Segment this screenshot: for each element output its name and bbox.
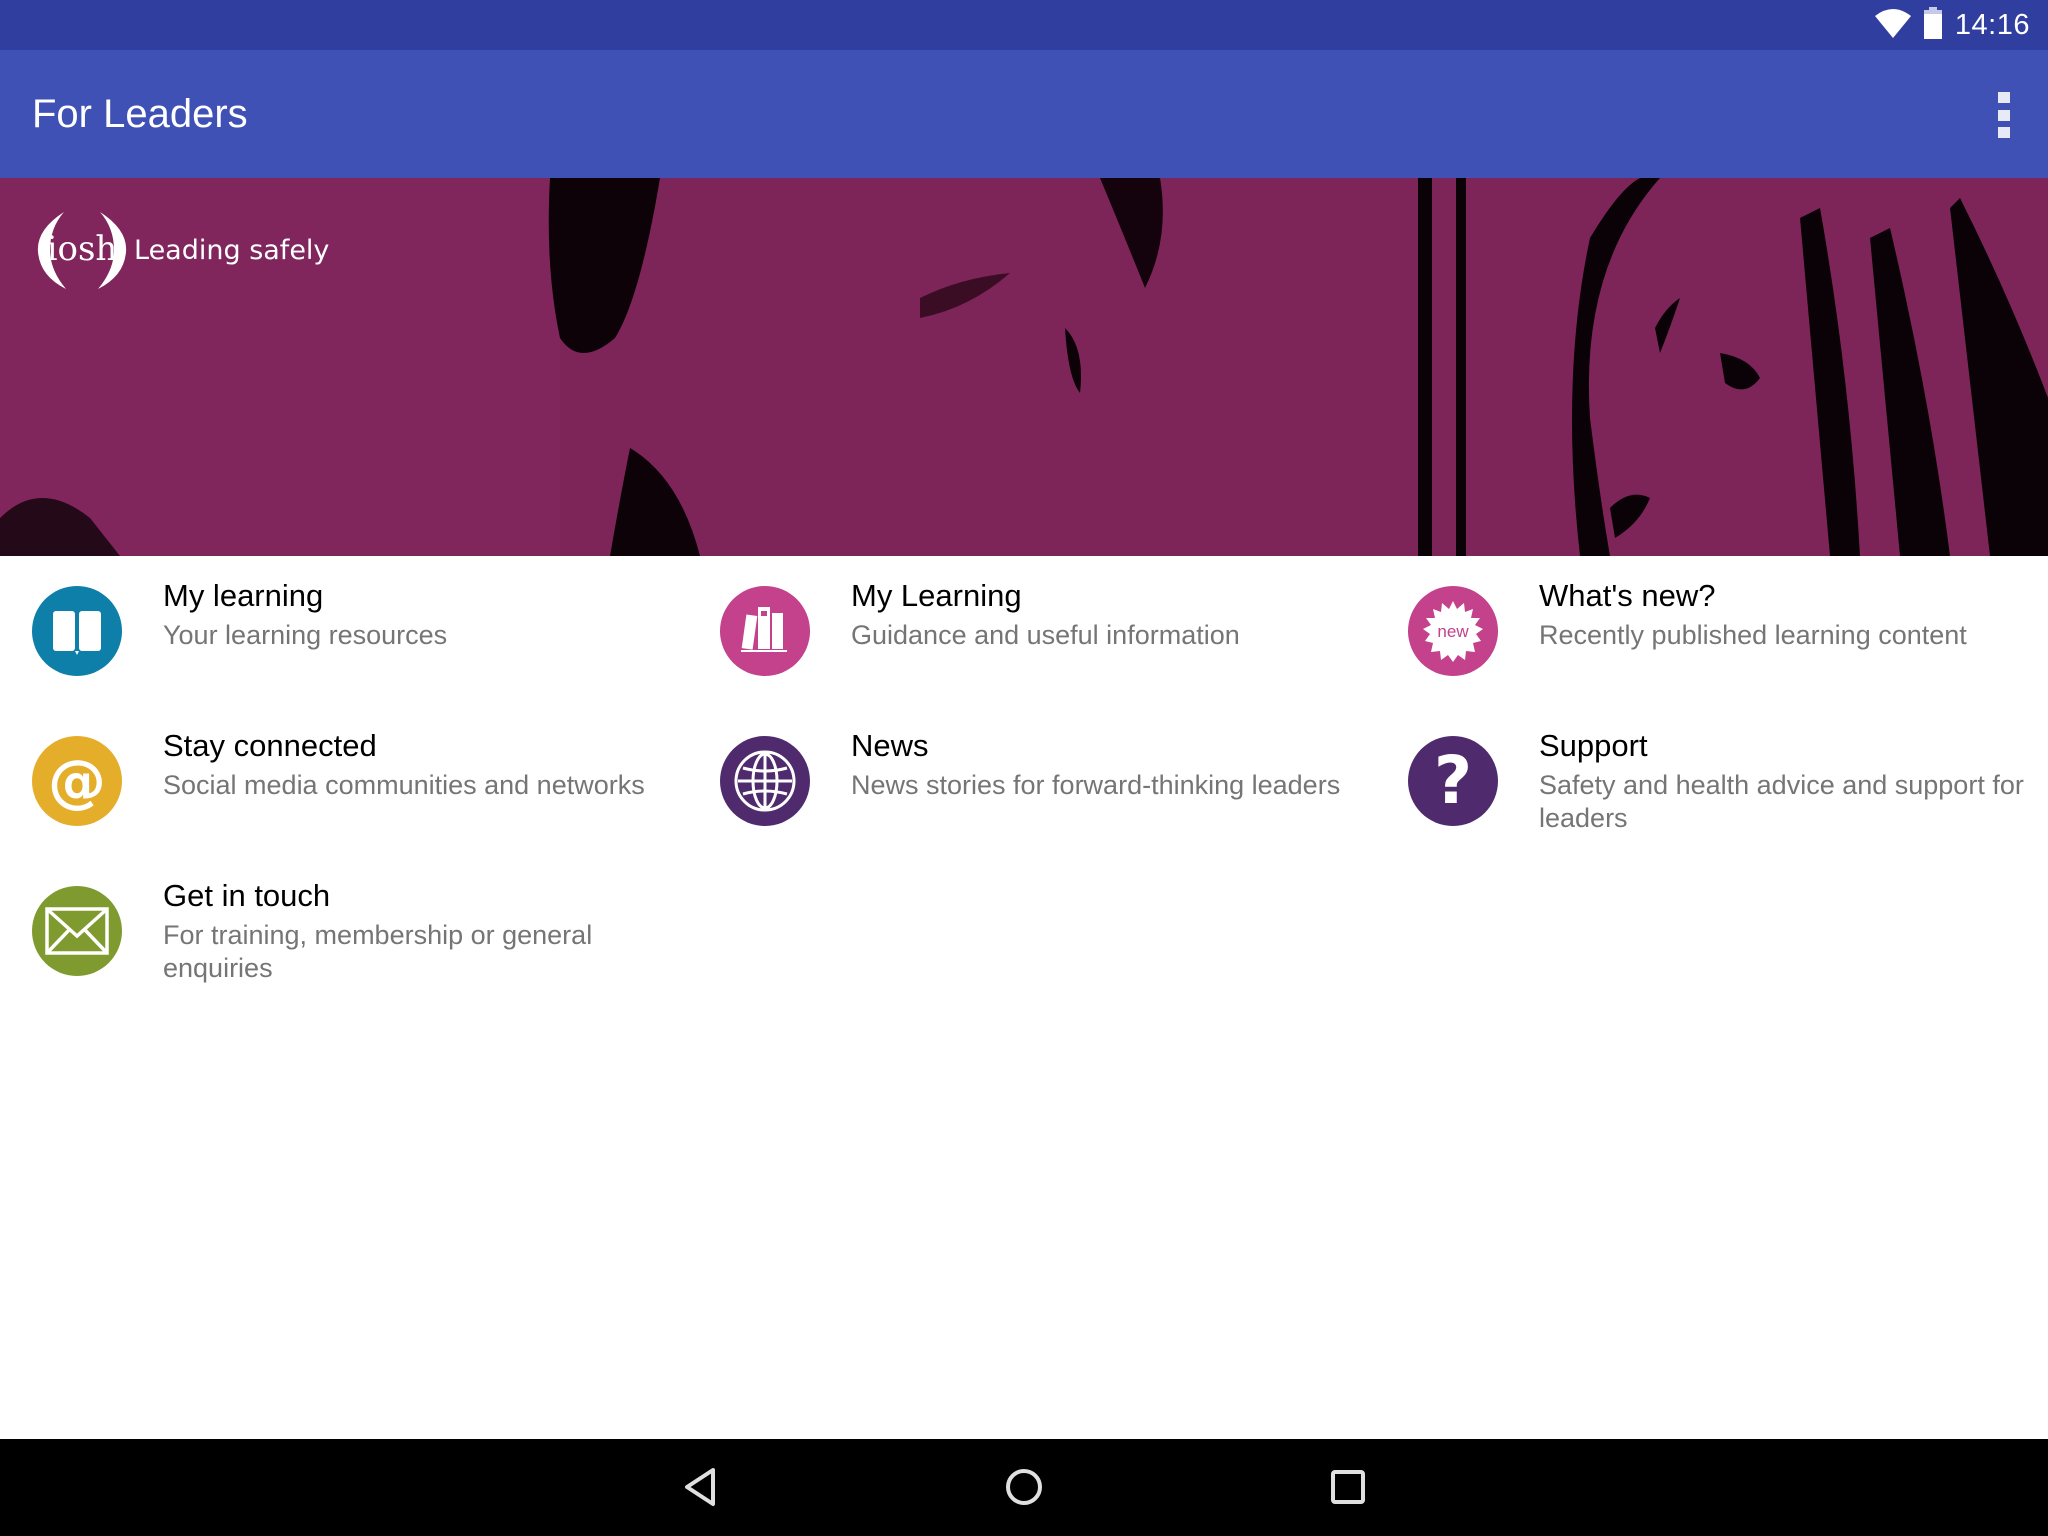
iosh-logo: iosh Leading safely — [34, 210, 329, 290]
svg-text:new: new — [1437, 622, 1469, 641]
system-nav-bar — [0, 1439, 2048, 1536]
menu-item-my-learning-guidance[interactable]: My Learning Guidance and useful informat… — [720, 556, 1360, 686]
overflow-menu-icon[interactable] — [1982, 92, 2026, 138]
new-badge-icon: new — [1408, 586, 1498, 676]
globe-icon — [720, 736, 810, 826]
recents-icon — [1331, 1470, 1365, 1504]
back-button[interactable] — [671, 1457, 731, 1517]
iosh-logo-mark: iosh — [34, 210, 130, 290]
hero-banner: iosh Leading safely — [0, 178, 2048, 556]
question-icon: ? — [1408, 736, 1498, 826]
menu-item-title: News — [851, 728, 929, 763]
menu-item-get-in-touch[interactable]: Get in touch For training, membership or… — [32, 856, 672, 986]
menu-item-subtitle: Your learning resources — [163, 620, 448, 650]
menu-item-subtitle: Guidance and useful information — [851, 620, 1240, 650]
status-bar: 14:16 — [0, 0, 2048, 50]
home-icon — [1006, 1469, 1042, 1505]
battery-icon — [1923, 6, 1943, 44]
status-indicators: 14:16 — [1874, 0, 2030, 50]
at-sign-icon: @ — [32, 736, 122, 826]
menu-item-subtitle: Recently published learning content — [1539, 620, 1967, 650]
back-icon — [685, 1468, 715, 1506]
menu-item-title: Stay connected — [163, 728, 377, 763]
menu-item-support[interactable]: ? Support Safety and health advice and s… — [1408, 706, 2048, 836]
menu-item-subtitle: Safety and health advice and support for… — [1539, 770, 2024, 833]
menu-item-title: What's new? — [1539, 578, 1716, 613]
menu-item-subtitle: For training, membership or general enqu… — [163, 920, 593, 983]
menu-item-title: Support — [1539, 728, 1648, 763]
status-time: 14:16 — [1954, 8, 2030, 41]
app-bar: For Leaders — [0, 50, 2048, 178]
books-icon — [720, 586, 810, 676]
book-icon — [32, 586, 122, 676]
menu-item-news[interactable]: News News stories for forward-thinking l… — [720, 706, 1360, 836]
menu-item-title: My learning — [163, 578, 324, 613]
svg-text:iosh: iosh — [47, 229, 118, 269]
tagline: Leading safely — [134, 234, 330, 266]
recents-button[interactable] — [1318, 1457, 1378, 1517]
menu-item-my-learning[interactable]: My learning Your learning resources — [32, 556, 672, 686]
menu-item-subtitle: News stories for forward-thinking leader… — [851, 770, 1341, 800]
menu-item-title: My Learning — [851, 578, 1022, 613]
menu-item-title: Get in touch — [163, 878, 331, 913]
menu-item-subtitle: Social media communities and networks — [163, 770, 645, 800]
menu-item-whats-new[interactable]: new What's new? Recently published learn… — [1408, 556, 2048, 686]
menu-item-stay-connected[interactable]: @ Stay connected Social media communitie… — [32, 706, 672, 836]
app-title: For Leaders — [32, 92, 248, 136]
home-button[interactable] — [994, 1457, 1054, 1517]
envelope-icon — [32, 886, 122, 976]
wifi-icon — [1874, 8, 1911, 43]
